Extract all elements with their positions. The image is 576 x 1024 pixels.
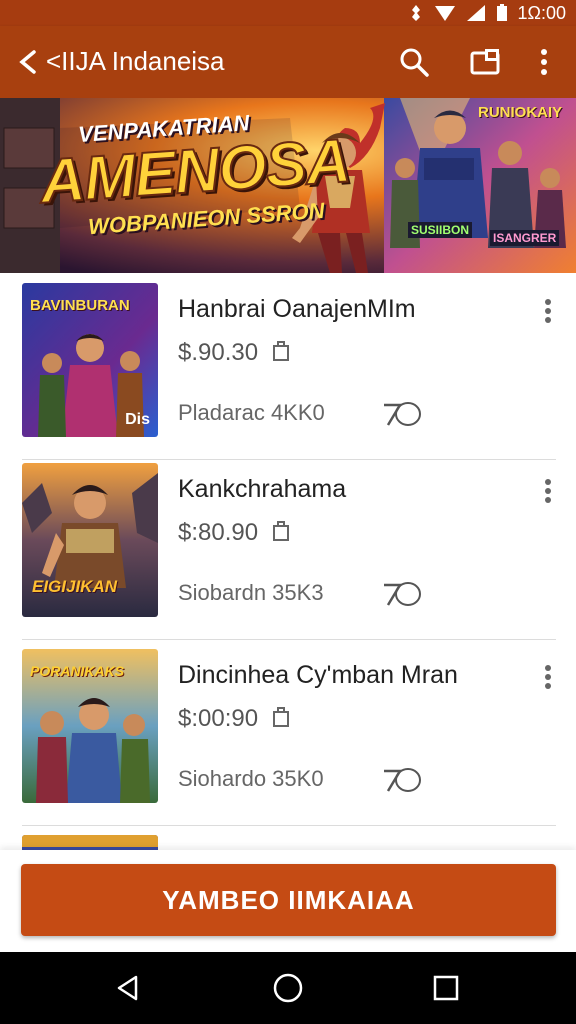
recents-square-icon bbox=[433, 975, 459, 1001]
status-icons: 1Ω:00 bbox=[408, 2, 567, 24]
list-item[interactable]: BAVINBURAN Dis Hanbrai OanajenMIm $.90.3… bbox=[0, 273, 576, 460]
list-item[interactable]: PORANIKAKS Dincinhea Cy'mban Mran $:00:9… bbox=[0, 639, 576, 826]
banner-side-tag-1: SUSIIBON bbox=[408, 222, 473, 238]
promo-banner[interactable]: VENPAKATRIAN AMENOSA WOBPANIEON SSRON RU… bbox=[0, 98, 576, 273]
thumbnail-tag: Dis bbox=[125, 411, 150, 428]
status-time: 1Ω:00 bbox=[517, 2, 567, 23]
rating-badge: 7O bbox=[380, 767, 422, 793]
notification-icon bbox=[411, 5, 420, 21]
app-stat: Siobardn 35K3 bbox=[178, 580, 324, 605]
app-thumbnail[interactable]: EIGIJIKAN bbox=[22, 463, 158, 617]
app-thumbnail[interactable]: BAVINBURAN Dis bbox=[22, 283, 158, 437]
more-vert-icon bbox=[541, 49, 547, 75]
app-name[interactable]: Dincinhea Cy'mban Mran bbox=[178, 661, 458, 690]
signal-icon bbox=[466, 5, 485, 21]
thumbnail-title: BAVINBURAN bbox=[30, 297, 130, 314]
back-triangle-icon bbox=[117, 975, 138, 1001]
app-bar: <IIJA Indaneisa bbox=[0, 26, 576, 98]
rating-badge: 7O bbox=[380, 401, 422, 427]
wifi-icon bbox=[434, 6, 455, 21]
system-nav-bar bbox=[0, 952, 576, 1024]
shopping-bag-icon bbox=[273, 521, 289, 541]
list-item[interactable] bbox=[0, 825, 576, 850]
rating-badge-icon bbox=[384, 582, 421, 606]
app-stat: Siohardo 35K0 bbox=[178, 766, 324, 791]
overflow-menu-button[interactable] bbox=[526, 44, 562, 80]
rating-badge: 7O bbox=[380, 581, 422, 607]
banner-side-tag-2: ISANGRER bbox=[490, 230, 560, 246]
shopping-bag-icon bbox=[273, 707, 289, 727]
app-stat: Pladarac 4KK0 bbox=[178, 400, 325, 425]
nav-recents-button[interactable] bbox=[424, 966, 468, 1010]
shopping-bag-icon bbox=[273, 341, 289, 361]
app-price: $.90.30 bbox=[178, 339, 259, 366]
app-thumbnail[interactable]: PORANIKAKS bbox=[22, 649, 158, 803]
home-circle-icon bbox=[273, 973, 303, 1003]
nav-back-button[interactable] bbox=[106, 966, 150, 1010]
banner-side-title: RUNIOKAIY bbox=[478, 104, 563, 121]
app-name[interactable]: Hanbrai OanajenMIm bbox=[178, 295, 416, 324]
app-thumbnail[interactable] bbox=[22, 835, 158, 850]
status-bar: 1Ω:00 bbox=[0, 0, 576, 26]
thumbnail-title: PORANIKAKS bbox=[30, 663, 125, 679]
item-more-icon[interactable] bbox=[538, 297, 558, 325]
search-button[interactable] bbox=[396, 44, 432, 80]
app-name[interactable]: Kankchrahama bbox=[178, 475, 346, 504]
bottom-action-area: YAMBEO IIMKAIAA bbox=[0, 850, 576, 952]
cast-icon bbox=[470, 49, 500, 75]
app-price: $:00:90 bbox=[178, 705, 259, 732]
search-icon bbox=[400, 48, 429, 77]
thumbnail-title: EIGIJIKAN bbox=[32, 577, 118, 596]
app-price: $:80.90 bbox=[178, 519, 259, 546]
page-title: <IIJA Indaneisa bbox=[46, 46, 225, 76]
item-more-icon[interactable] bbox=[538, 477, 558, 505]
thumbnail-art bbox=[22, 835, 158, 850]
rating-badge-icon bbox=[384, 402, 421, 426]
battery-icon bbox=[496, 4, 507, 21]
rating-badge-icon bbox=[384, 768, 421, 792]
nav-home-button[interactable] bbox=[266, 966, 310, 1010]
cast-button[interactable] bbox=[468, 44, 504, 80]
app-list: BAVINBURAN Dis Hanbrai OanajenMIm $.90.3… bbox=[0, 273, 576, 850]
list-item[interactable]: EIGIJIKAN Kankchrahama $:80.90 Siobardn … bbox=[0, 453, 576, 640]
item-more-icon[interactable] bbox=[538, 663, 558, 691]
back-arrow-icon[interactable] bbox=[14, 44, 42, 80]
primary-action-button[interactable]: YAMBEO IIMKAIAA bbox=[21, 864, 556, 936]
